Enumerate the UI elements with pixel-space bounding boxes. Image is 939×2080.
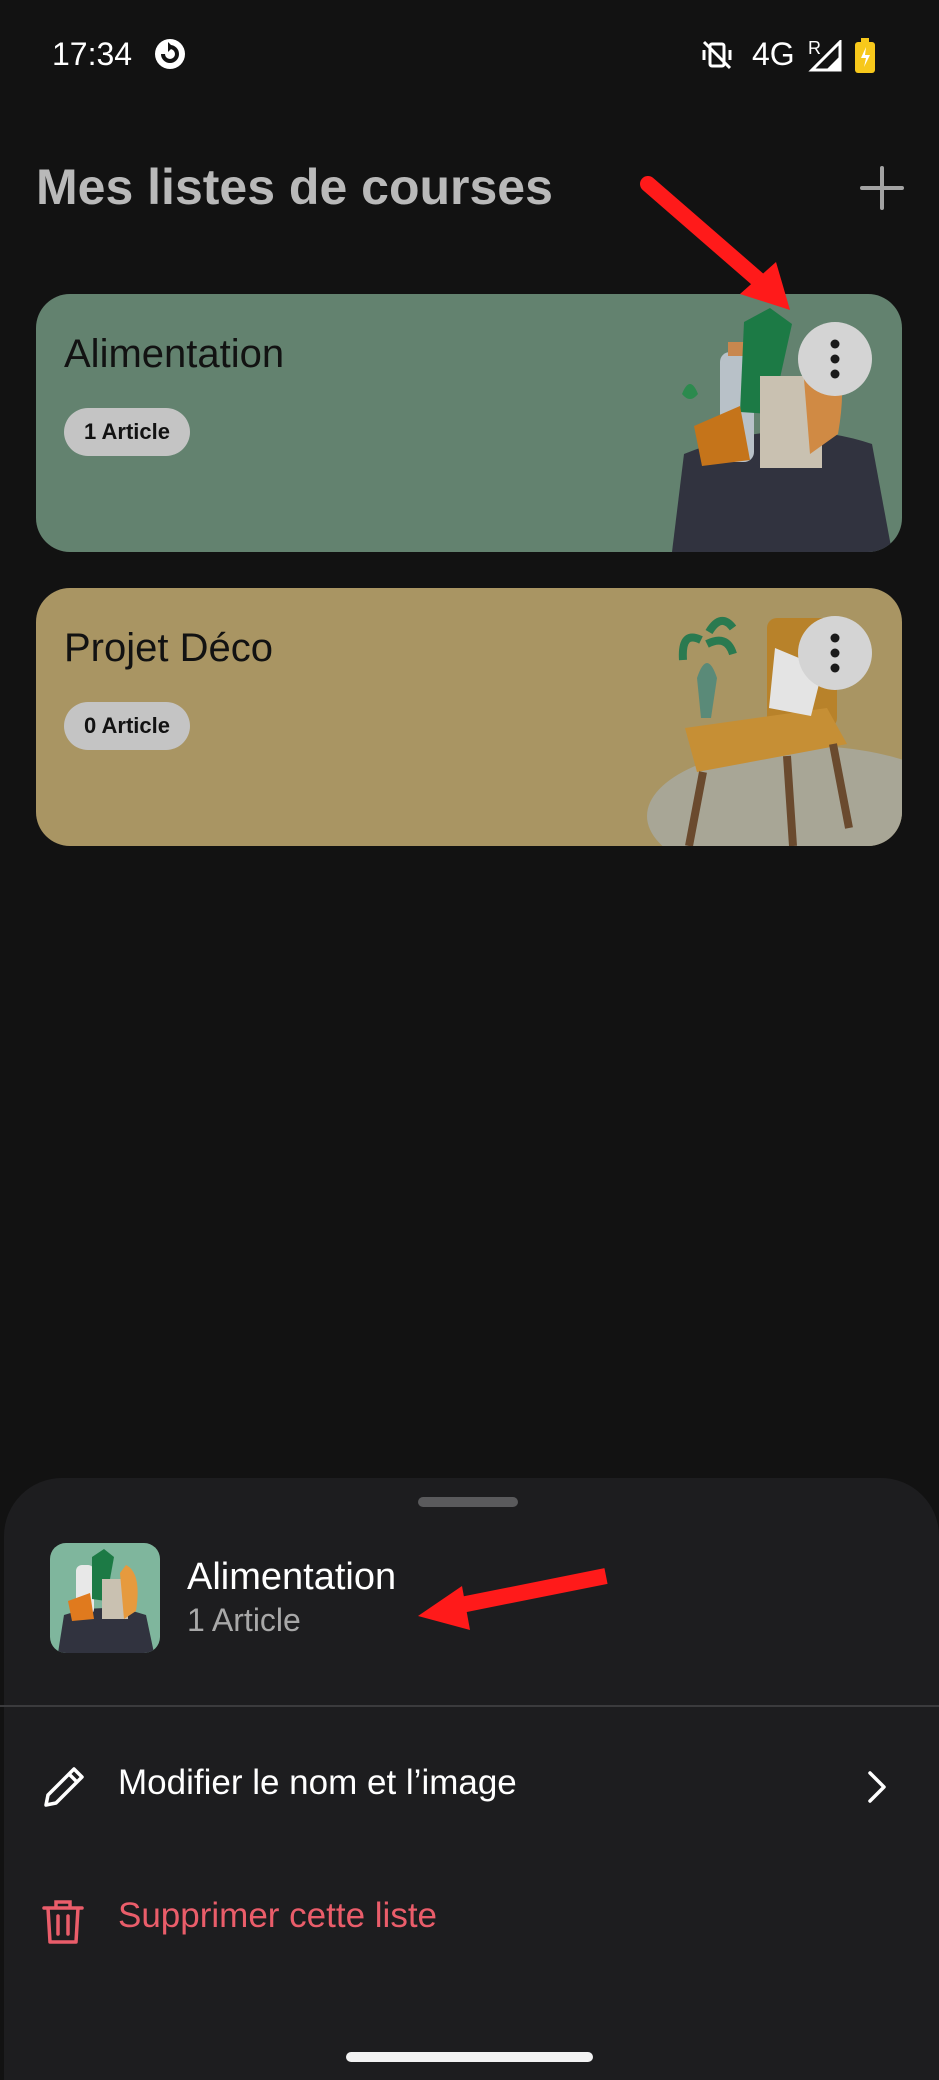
add-list-icon[interactable]	[852, 158, 912, 218]
sheet-drag-handle[interactable]	[418, 1497, 518, 1507]
chevron-right-icon	[868, 1771, 886, 1803]
status-time: 17:34	[52, 36, 133, 72]
list-thumbnail	[50, 1543, 160, 1653]
list-card-menu-button[interactable]	[798, 616, 872, 690]
home-indicator[interactable]	[346, 2052, 593, 2062]
list-card-title: Projet Déco	[64, 626, 273, 670]
annotation-arrow-icon	[418, 1568, 608, 1630]
list-card-projet-deco[interactable]: Projet Déco 0 Article	[36, 588, 902, 846]
delete-list-label: Supprimer cette liste	[118, 1896, 438, 1935]
signal-icon	[808, 40, 842, 72]
more-vert-icon	[830, 339, 840, 379]
pencil-icon	[44, 1767, 84, 1807]
list-card-count-badge: 1 Article	[64, 408, 191, 456]
list-card-title: Alimentation	[64, 332, 285, 376]
edit-name-image-label: Modifier le nom et l’image	[118, 1763, 517, 1802]
trash-icon	[42, 1900, 84, 1944]
network-type: 4G	[752, 36, 795, 72]
battery-icon	[855, 38, 875, 73]
page-title: Mes listes de courses	[36, 159, 553, 215]
sync-icon	[155, 39, 185, 69]
sheet-divider	[0, 1705, 939, 1707]
sheet-list-title: Alimentation	[187, 1556, 397, 1598]
annotation-arrow-icon	[640, 176, 790, 310]
list-card-alimentation[interactable]: Alimentation 1 Article	[36, 294, 902, 552]
more-vert-icon	[830, 633, 840, 673]
grocery-bag-thumb-icon	[58, 1549, 154, 1653]
list-card-menu-button[interactable]	[798, 322, 872, 396]
vibrate-off-icon	[702, 40, 732, 70]
delete-list-button[interactable]: Supprimer cette liste	[0, 1858, 939, 1978]
sheet-list-count: 1 Article	[187, 1602, 301, 1638]
edit-name-image-button[interactable]: Modifier le nom et l’image	[0, 1725, 939, 1845]
list-card-count-badge: 0 Article	[64, 702, 191, 750]
